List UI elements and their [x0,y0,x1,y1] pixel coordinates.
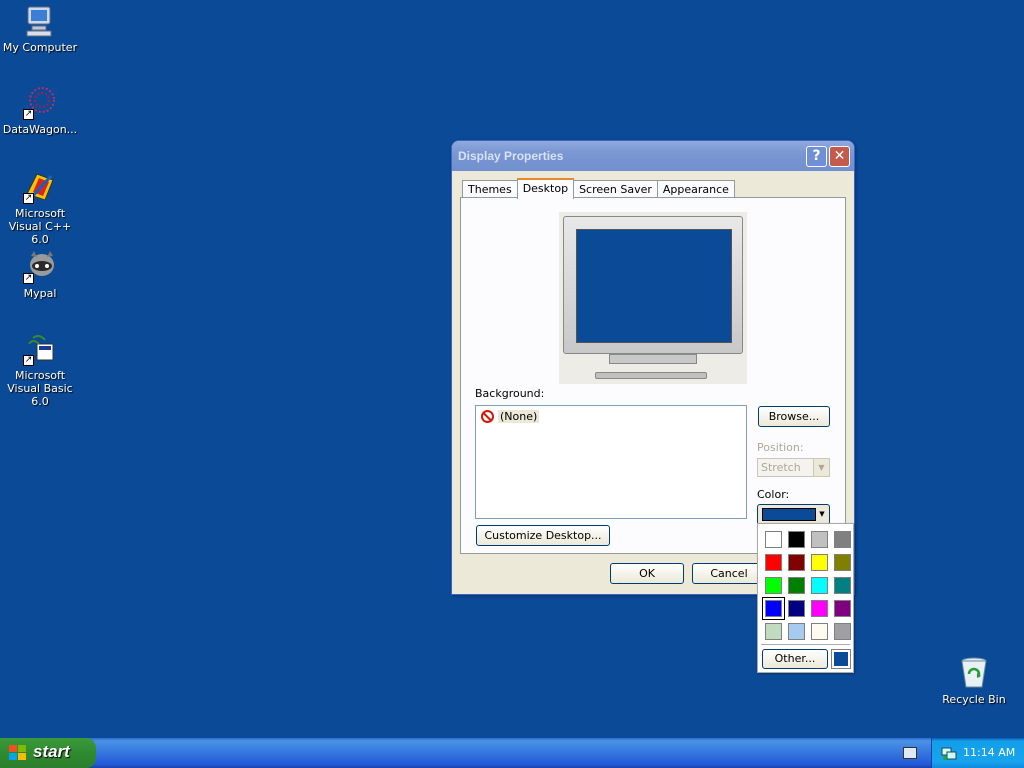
desktop-icon-recycle-bin[interactable]: Recycle Bin [934,656,1014,706]
color-swatch[interactable] [831,597,854,620]
tab-strip: Themes Desktop Screen Saver Appearance [462,178,735,199]
desktop-icon-my-computer[interactable]: My Computer [0,4,80,54]
position-label: Position: [757,441,804,454]
color-swatch[interactable] [808,528,831,551]
color-swatch-grid [762,528,854,643]
color-swatch[interactable] [831,551,854,574]
color-swatch[interactable] [785,620,808,643]
mypal-icon: ↗ [23,250,57,284]
system-tray: 11:14 AM [931,738,1024,768]
position-value: Stretch [761,461,801,474]
dialog-titlebar[interactable]: Display Properties ? ✕ [452,141,854,171]
monitor-icon [563,216,743,354]
color-swatch[interactable] [831,574,854,597]
computer-icon [23,4,57,38]
monitor-preview [559,212,747,384]
desktop-icon-mypal[interactable]: ↗ Mypal [0,250,80,300]
desktop-icon-label: Microsoft Visual Basic 6.0 [7,369,73,408]
color-swatch[interactable] [785,528,808,551]
current-color-indicator [831,649,851,669]
chevron-down-icon: ▼ [813,459,829,476]
color-swatch[interactable] [762,620,785,643]
recycle-bin-icon [957,656,991,690]
color-swatch[interactable] [808,574,831,597]
desktop-icon-label: Recycle Bin [942,693,1006,706]
monitor-stand [609,354,697,364]
color-swatch[interactable] [762,551,785,574]
list-item[interactable]: (None) [481,409,540,423]
cancel-button[interactable]: Cancel [692,563,766,584]
taskbar: start 11:14 AM [0,738,1024,768]
monitor-screen-preview [576,229,732,343]
desktop-icon-label: Mypal [23,287,57,300]
ok-button[interactable]: OK [610,563,684,584]
list-item-label: (None) [498,409,540,423]
color-swatch[interactable] [762,597,785,620]
monitor-base [595,372,707,379]
background-label: Background: [475,387,545,400]
other-color-button[interactable]: Other... [762,649,828,669]
color-picker-button[interactable]: ▼ [757,504,830,525]
color-swatch[interactable] [785,597,808,620]
position-select[interactable]: Stretch ▼ [757,458,830,477]
background-listbox[interactable]: (None) [475,405,747,519]
start-label: start [33,742,70,761]
keyboard-icon[interactable] [903,747,917,759]
color-swatch[interactable] [762,528,785,551]
color-swatch[interactable] [831,528,854,551]
desktop-icon-visual-cpp[interactable]: ↗ Microsoft Visual C++ 6.0 [0,170,80,246]
customize-desktop-button[interactable]: Customize Desktop... [476,525,610,546]
network-icon[interactable] [941,745,957,761]
no-entry-icon [481,409,494,423]
color-swatch[interactable] [762,574,785,597]
color-picker-popup: Other... [757,523,854,673]
color-swatch[interactable] [831,620,854,643]
close-button[interactable]: ✕ [829,146,850,167]
dialog-title: Display Properties [458,149,564,163]
browse-button[interactable]: Browse... [758,406,830,427]
desktop-icon-label: Microsoft Visual C++ 6.0 [8,207,72,246]
color-swatch[interactable] [808,620,831,643]
color-swatch[interactable] [808,597,831,620]
current-color-swatch [762,508,816,521]
windows-logo-icon [9,745,26,760]
color-swatch[interactable] [808,551,831,574]
desktop-icon-label: My Computer [2,41,78,54]
separator [761,644,850,645]
clock[interactable]: 11:14 AM [963,746,1015,759]
desktop-icon-label: DataWagon... [2,123,78,136]
visual-cpp-icon: ↗ [23,170,57,204]
chevron-down-icon: ▼ [819,510,825,518]
color-swatch[interactable] [785,551,808,574]
help-button[interactable]: ? [806,146,827,167]
desktop-icon-datawagon[interactable]: ↗ DataWagon... [0,86,80,136]
color-swatch[interactable] [785,574,808,597]
tab-desktop[interactable]: Desktop [516,178,575,199]
color-label: Color: [757,488,790,501]
desktop-icon-visual-basic[interactable]: ↗ Microsoft Visual Basic 6.0 [0,332,80,408]
desktop-tab-panel: Background: (None) Browse... Position: S… [460,197,846,554]
visual-basic-icon: ↗ [23,332,57,366]
start-button[interactable]: start [0,738,96,768]
datawagon-icon: ↗ [23,86,57,120]
